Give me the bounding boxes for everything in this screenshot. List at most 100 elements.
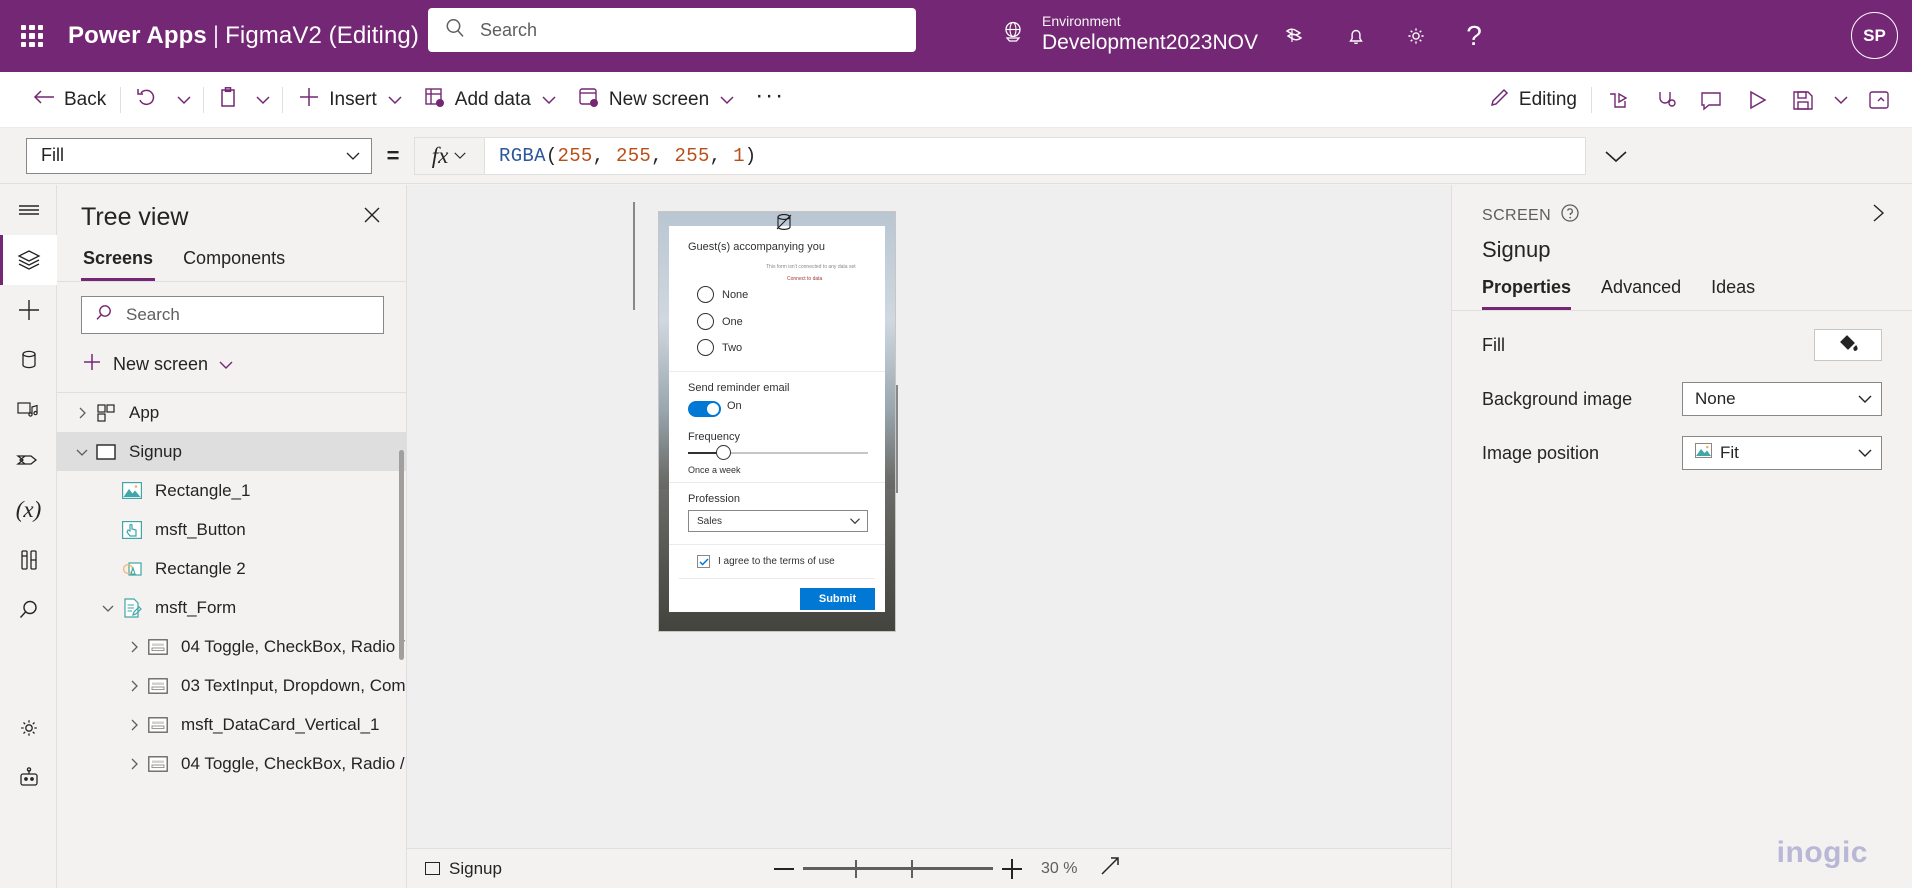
comments-icon[interactable] [1688, 80, 1734, 120]
chevron-right-icon[interactable] [123, 640, 145, 654]
formula-expand-button[interactable] [1586, 147, 1646, 165]
status-bar: Signup 30 % [407, 848, 1451, 888]
tab-ideas[interactable]: Ideas [1711, 277, 1755, 310]
save-dropdown[interactable] [1826, 82, 1856, 118]
media-icon[interactable] [0, 385, 57, 435]
hamburger-menu-icon[interactable] [0, 185, 57, 235]
publish-icon[interactable] [1856, 80, 1902, 120]
chevron-right-icon[interactable] [123, 718, 145, 732]
data-cylinder-icon[interactable] [0, 335, 57, 385]
tree-node-app[interactable]: App [57, 393, 406, 432]
insert-plus-icon[interactable] [0, 285, 57, 335]
chevron-right-icon[interactable] [71, 406, 93, 420]
command-bar: Back Insert Add data New screen ··· Edit… [0, 72, 1912, 128]
zoom-out-button[interactable] [765, 854, 803, 884]
profession-dropdown[interactable]: Sales [688, 510, 868, 532]
chevron-right-icon[interactable] [1866, 201, 1890, 230]
app-checker-tools-icon[interactable] [0, 535, 57, 585]
radio-option-two[interactable]: Two [697, 339, 742, 356]
formula-token: 255 [674, 144, 710, 167]
tree-node-msft-datacard-vertical-1[interactable]: msft_DataCard_Vertical_1 [57, 705, 406, 744]
editing-mode-button[interactable]: Editing [1479, 80, 1587, 120]
app-canvas[interactable]: Guest(s) accompanying you This form isn'… [407, 185, 1451, 848]
selection-handle-vertical[interactable] [633, 202, 635, 310]
fx-button[interactable]: fx [414, 136, 484, 175]
chevron-right-icon[interactable] [123, 757, 145, 771]
global-search[interactable] [428, 8, 916, 52]
screen-preview[interactable]: Guest(s) accompanying you This form isn'… [659, 212, 895, 631]
frequency-slider[interactable] [688, 445, 868, 460]
tab-properties[interactable]: Properties [1482, 277, 1572, 310]
background-image-select[interactable]: None [1682, 382, 1882, 416]
power-automate-icon[interactable] [0, 435, 57, 485]
search-input[interactable] [478, 18, 878, 42]
new-screen-button[interactable]: New screen [81, 344, 382, 384]
tab-screens[interactable]: Screens [81, 238, 156, 281]
search-icon[interactable] [0, 585, 57, 635]
paste-dropdown[interactable] [248, 82, 278, 118]
paste-button[interactable] [208, 80, 248, 120]
submit-button[interactable]: Submit [800, 588, 875, 610]
tree-node-04-toggle-checkbox-radio-msft[interactable]: 04 Toggle, CheckBox, Radio / msft_ [57, 627, 406, 666]
checkbox-icon[interactable] [697, 555, 710, 568]
copilot-icon[interactable] [1272, 14, 1316, 58]
radio-option-none[interactable]: None [697, 286, 748, 303]
tree-node-04-toggle-checkbox-radio-msft[interactable]: 04 Toggle, CheckBox, Radio / msft_ [57, 744, 406, 783]
settings-gear-icon[interactable] [0, 703, 57, 753]
app-launcher-icon[interactable] [18, 22, 46, 50]
save-icon[interactable] [1780, 80, 1826, 120]
tab-components[interactable]: Components [181, 238, 287, 281]
tree-search[interactable] [81, 296, 384, 334]
tree-node-rectangle-2[interactable]: Rectangle 2 [57, 549, 406, 588]
tree-scrollbar[interactable] [399, 450, 404, 660]
variables-fx-icon[interactable]: (x) [0, 485, 57, 535]
chevron-down-icon[interactable] [71, 445, 93, 459]
fit-to-screen-icon[interactable] [1097, 853, 1123, 884]
close-icon[interactable] [360, 203, 384, 232]
zoom-slider[interactable] [803, 854, 993, 884]
tree-node-msft-form[interactable]: msft_Form [57, 588, 406, 627]
tree-node-rectangle-1[interactable]: Rectangle_1 [57, 471, 406, 510]
fill-color-button[interactable] [1814, 329, 1882, 361]
form-card[interactable]: Guest(s) accompanying you This form isn'… [669, 226, 885, 612]
undo-dropdown[interactable] [169, 82, 199, 118]
zoom-slider-thumb[interactable] [855, 859, 857, 878]
tree-node-03-textinput-dropdown-combobo[interactable]: 03 TextInput, Dropdown, ComboBo [57, 666, 406, 705]
copilot-robot-icon[interactable] [0, 753, 57, 803]
avatar[interactable]: SP [1851, 12, 1898, 59]
form-title: Guest(s) accompanying you [688, 241, 825, 253]
tree-node-msft-button[interactable]: msft_Button [57, 510, 406, 549]
image-position-select[interactable]: Fit [1682, 436, 1882, 470]
tree-node-signup[interactable]: Signup [57, 432, 406, 471]
overflow-menu-button[interactable]: ··· [745, 80, 795, 120]
settings-gear-icon[interactable] [1394, 14, 1438, 58]
current-screen-indicator[interactable]: Signup [425, 859, 502, 879]
insert-button[interactable]: Insert [287, 80, 413, 120]
tree-search-input[interactable] [124, 304, 354, 326]
reminder-toggle[interactable] [688, 401, 721, 417]
help-question-icon[interactable] [1560, 203, 1580, 228]
terms-checkbox-row[interactable]: I agree to the terms of use [697, 555, 835, 568]
property-selector[interactable]: Fill [26, 137, 372, 174]
share-icon[interactable] [1596, 80, 1642, 120]
radio-option-one[interactable]: One [697, 313, 743, 330]
zoom-in-button[interactable] [993, 854, 1031, 884]
slider-thumb[interactable] [716, 445, 731, 460]
tree-view-layers-icon[interactable] [0, 235, 57, 285]
selection-handle-right[interactable] [896, 385, 898, 493]
new-screen-button[interactable]: New screen [567, 80, 745, 120]
help-question-icon[interactable]: ? [1452, 14, 1496, 58]
chevron-right-icon[interactable] [123, 679, 145, 693]
chevron-down-icon[interactable] [97, 601, 119, 615]
preview-play-icon[interactable] [1734, 80, 1780, 120]
left-icon-rail: (x) [0, 185, 57, 888]
add-data-button[interactable]: Add data [413, 80, 567, 120]
back-button[interactable]: Back [22, 80, 116, 120]
notification-bell-icon[interactable] [1334, 14, 1378, 58]
app-checker-icon[interactable] [1642, 80, 1688, 120]
environment-selector[interactable]: Environment Development2023NOV [1000, 12, 1258, 56]
tab-advanced[interactable]: Advanced [1601, 277, 1681, 310]
connect-to-data-link[interactable]: Connect to data [787, 276, 822, 282]
formula-input[interactable]: RGBA(255, 255, 255, 1) [484, 136, 1586, 175]
undo-button[interactable] [125, 80, 169, 120]
